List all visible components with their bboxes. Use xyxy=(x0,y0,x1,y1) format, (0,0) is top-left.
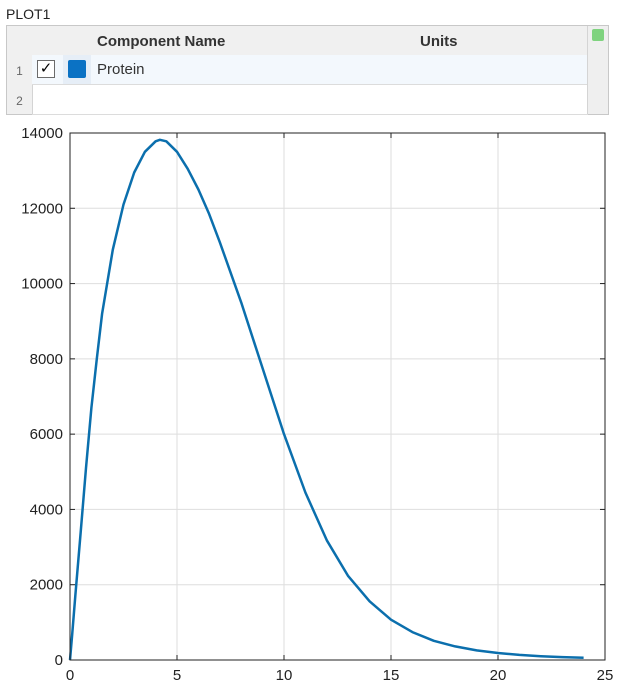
row-number: 1 xyxy=(16,64,23,78)
visibility-checkbox[interactable]: ✓ xyxy=(37,60,55,78)
line-chart[interactable]: 0 5 10 15 20 25 0 2000 4000 6000 8000 10000 12000 140… xyxy=(0,120,627,691)
row-number-column: 1 2 xyxy=(7,26,33,114)
y-tick-label: 12000 xyxy=(21,200,63,217)
y-tick-label: 10000 xyxy=(21,276,63,293)
table-row[interactable] xyxy=(32,85,588,115)
x-tick-label: 0 xyxy=(66,667,74,684)
y-tick-label: 2000 xyxy=(30,577,63,594)
status-indicator-icon xyxy=(592,29,604,41)
x-tick-label: 15 xyxy=(383,667,400,684)
component-table: 1 2 Component Name Units ✓ Protein xyxy=(6,25,609,115)
row-number: 2 xyxy=(16,94,23,108)
y-tick-label: 4000 xyxy=(30,501,63,518)
column-header-component-name[interactable]: Component Name xyxy=(97,33,225,50)
y-tick-label: 8000 xyxy=(30,351,63,368)
column-header-units[interactable]: Units xyxy=(420,33,458,50)
color-cell[interactable] xyxy=(63,55,91,84)
plot-title: PLOT1 xyxy=(6,6,51,22)
plot-area xyxy=(70,133,605,660)
y-tick-label: 14000 xyxy=(21,125,63,142)
table-side-panel xyxy=(587,26,608,114)
x-tick-label: 20 xyxy=(490,667,507,684)
y-tick-label: 0 xyxy=(55,652,63,669)
table-row[interactable]: ✓ Protein xyxy=(32,55,588,85)
component-name-cell[interactable]: Protein xyxy=(97,61,145,78)
y-tick-label: 6000 xyxy=(30,426,63,443)
x-tick-label: 25 xyxy=(597,667,614,684)
x-tick-label: 10 xyxy=(276,667,293,684)
table-header: Component Name Units xyxy=(32,26,588,56)
x-tick-label: 5 xyxy=(173,667,181,684)
color-swatch[interactable] xyxy=(68,60,86,78)
checkmark-icon: ✓ xyxy=(39,60,53,77)
